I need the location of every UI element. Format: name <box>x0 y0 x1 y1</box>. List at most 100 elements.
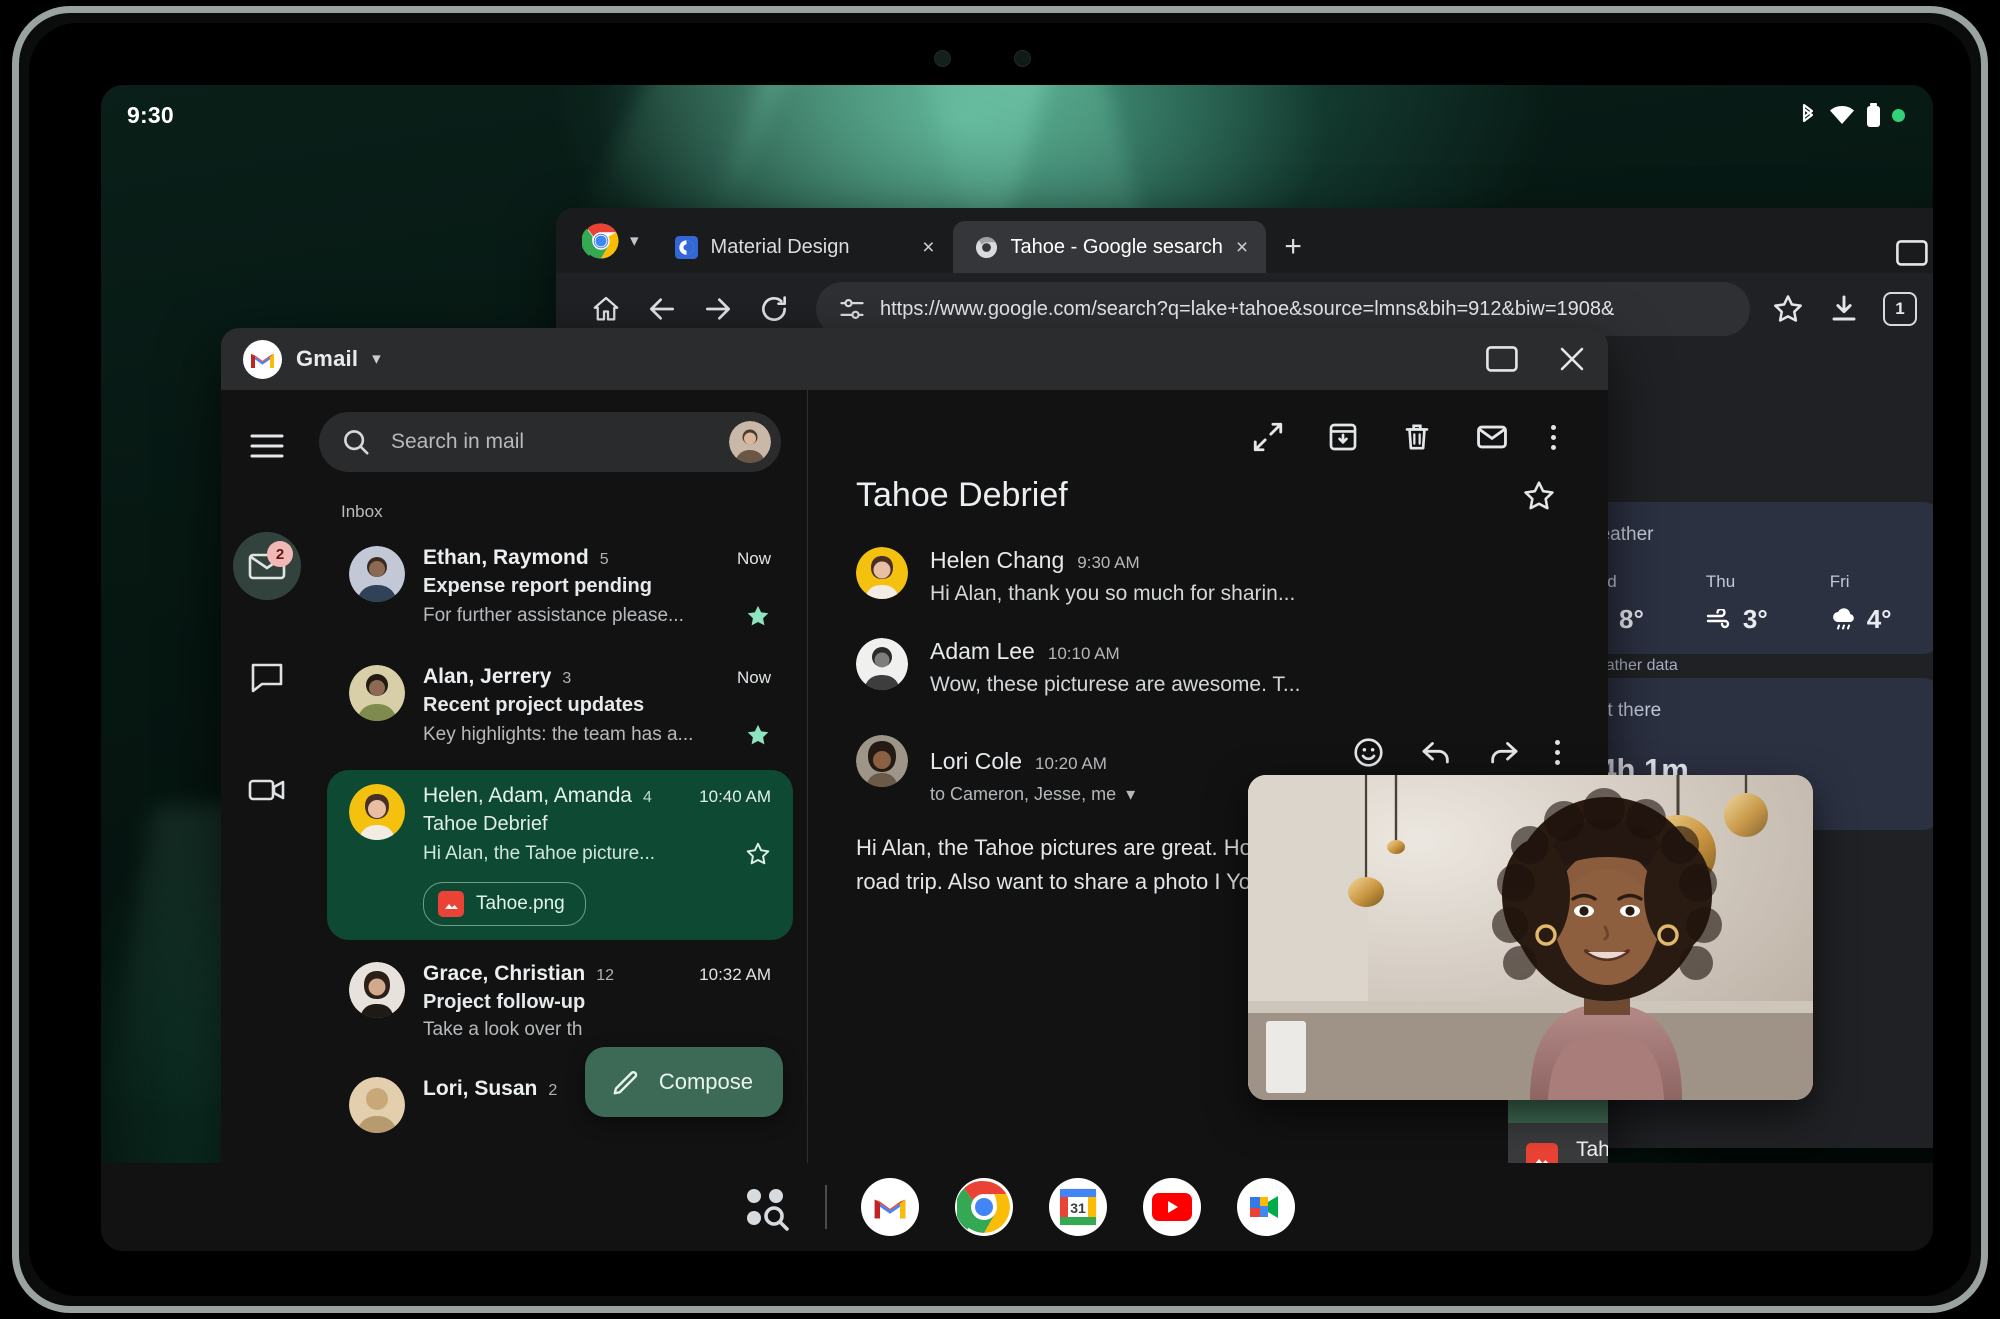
list-item[interactable]: Grace, Christian 12 10:32 AM Project fol… <box>327 948 793 1055</box>
chrome-window-menu[interactable]: ▾ <box>574 208 653 273</box>
thread-message-collapsed[interactable]: Helen Chang 9:30 AM Hi Alan, thank you s… <box>808 515 1608 606</box>
chrome-icon <box>975 236 998 259</box>
attachment-name: Tahoe.png <box>1576 1138 1608 1162</box>
sidebar-item-chat[interactable] <box>233 644 301 712</box>
forecast-day-name: Fri <box>1830 572 1892 592</box>
search-input[interactable]: Search in mail <box>319 412 781 472</box>
browser-tab-tahoe-google-search[interactable]: Tahoe - Google sesarch × <box>953 221 1267 273</box>
windy-icon <box>1706 609 1734 631</box>
avatar <box>349 546 405 602</box>
list-item-header: Helen, Adam, Amanda 4 10:40 AM <box>423 784 771 808</box>
weather-data-footer: Weather data <box>1582 657 1915 675</box>
sender-name: Grace, Christian <box>423 962 585 986</box>
taskbar-app-youtube[interactable] <box>1143 1178 1201 1236</box>
taskbar: 31 <box>101 1163 1933 1251</box>
star-icon[interactable] <box>745 603 771 629</box>
avatar <box>349 784 405 840</box>
emoji-icon[interactable] <box>1352 736 1385 769</box>
mail-list-pane: Search in mail Inbox <box>313 390 807 1195</box>
snippet-row: Take a look over th <box>423 1019 771 1041</box>
sender-name: Lori, Susan <box>423 1077 537 1101</box>
attachment-chip[interactable]: Tahoe.png <box>423 882 586 926</box>
expand-icon[interactable] <box>1251 420 1285 454</box>
star-icon[interactable] <box>1522 479 1556 513</box>
list-item[interactable]: Alan, Jerrery 3 Now Recent project updat… <box>327 651 793 762</box>
svg-text:31: 31 <box>1070 1200 1086 1216</box>
video-call-pip[interactable] <box>1248 775 1813 1100</box>
compose-button[interactable]: Compose <box>585 1047 783 1117</box>
taskbar-divider <box>825 1185 827 1229</box>
kebab-menu-icon[interactable] <box>1551 425 1556 450</box>
snippet-row: For further assistance please... <box>423 603 771 629</box>
message-count: 2 <box>548 1082 557 1100</box>
archive-icon[interactable] <box>1327 421 1359 453</box>
message-actions <box>1328 735 1560 769</box>
close-icon[interactable]: × <box>922 237 934 258</box>
search-placeholder: Search in mail <box>391 430 709 454</box>
snippet-row: Hi Alan, the Tahoe picture... <box>423 841 771 867</box>
reply-icon[interactable] <box>1419 735 1453 769</box>
page-title: Tahoe Debrief <box>856 476 1522 515</box>
sender-name: Adam Lee <box>930 638 1035 665</box>
reading-toolbar <box>808 390 1608 454</box>
browser-tab-material-design[interactable]: Material Design × <box>653 221 953 273</box>
kebab-menu-icon[interactable] <box>1928 281 1933 337</box>
message-header: Adam Lee 10:10 AM <box>930 638 1560 665</box>
close-icon[interactable] <box>1558 345 1586 373</box>
forecast-temp-row: 4° <box>1830 604 1892 635</box>
forecast-temp: 8° <box>1619 604 1644 635</box>
message-content: Helen Chang 9:30 AM Hi Alan, thank you s… <box>930 547 1560 606</box>
hamburger-icon[interactable] <box>233 412 301 480</box>
taskbar-app-gmail[interactable] <box>861 1178 919 1236</box>
star-icon[interactable] <box>1760 281 1816 337</box>
snippet-row: Key highlights: the team has a... <box>423 722 771 748</box>
mark-unread-icon[interactable] <box>1475 420 1509 454</box>
tune-icon[interactable] <box>838 295 866 323</box>
taskbar-app-calendar[interactable]: 31 <box>1049 1178 1107 1236</box>
app-drawer-search-icon[interactable] <box>739 1181 791 1233</box>
bluetooth-icon <box>1798 103 1818 127</box>
device-bezel: 9:30 <box>29 23 1971 1296</box>
forecast-temp: 3° <box>1743 604 1768 635</box>
tablet-device-frame: 9:30 <box>12 6 1988 1313</box>
forward-icon[interactable] <box>1487 735 1521 769</box>
list-item-selected[interactable]: Helen, Adam, Amanda 4 10:40 AM Tahoe Deb… <box>327 770 793 940</box>
mail-unread-badge: 2 <box>267 541 293 567</box>
message-header: Lori Cole 10:20 AM <box>930 735 1560 775</box>
taskbar-app-meet[interactable] <box>1237 1178 1295 1236</box>
tab-count-label: 1 <box>1883 292 1917 326</box>
rain-icon <box>1830 608 1858 632</box>
restore-icon[interactable] <box>1486 346 1518 372</box>
sensor-icon <box>1014 50 1031 67</box>
chevron-down-icon[interactable]: ▾ <box>372 349 381 369</box>
download-icon[interactable] <box>1816 281 1872 337</box>
star-icon[interactable] <box>745 722 771 748</box>
timestamp: Now <box>737 668 771 688</box>
delete-icon[interactable] <box>1401 421 1433 453</box>
search-icon <box>341 427 371 457</box>
pencil-icon <box>611 1067 641 1097</box>
new-tab-button[interactable]: + <box>1266 221 1320 273</box>
attachment-chip-label: Tahoe.png <box>476 893 565 915</box>
avatar <box>856 638 908 690</box>
timestamp: 10:40 AM <box>699 787 771 807</box>
sidebar-item-meet[interactable] <box>233 756 301 824</box>
inbox-label: Inbox <box>341 502 807 522</box>
weather-widget[interactable]: Weather Wed 8° Thu <box>1556 502 1933 654</box>
taskbar-app-chrome[interactable] <box>955 1178 1013 1236</box>
close-icon[interactable]: × <box>1236 237 1248 258</box>
kebab-menu-icon[interactable] <box>1555 740 1560 765</box>
tab-count-button[interactable]: 1 <box>1872 281 1928 337</box>
message-count: 5 <box>600 551 609 569</box>
forecast-temp-row: 3° <box>1706 604 1768 635</box>
chevron-down-icon[interactable]: ▾ <box>1126 784 1135 805</box>
restore-icon[interactable] <box>1896 240 1928 266</box>
gmail-icon <box>243 340 282 379</box>
material-icon <box>675 236 698 259</box>
star-icon[interactable] <box>745 841 771 867</box>
sidebar-item-mail[interactable]: 2 <box>233 532 301 600</box>
list-item[interactable]: Ethan, Raymond 5 Now Expense report pend… <box>327 532 793 643</box>
subject: Tahoe Debrief <box>423 813 771 836</box>
thread-message-collapsed[interactable]: Adam Lee 10:10 AM Wow, these picturese a… <box>808 606 1608 697</box>
avatar[interactable] <box>729 421 771 463</box>
